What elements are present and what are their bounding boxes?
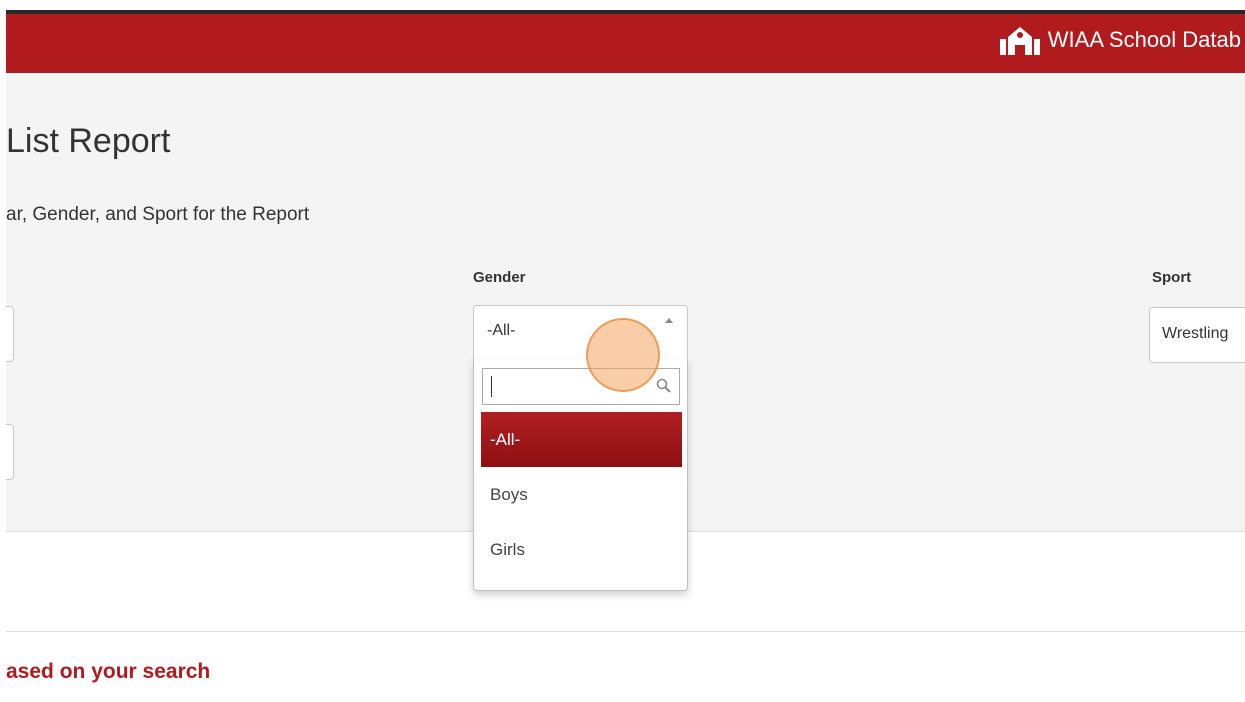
gender-select-value: -All- — [487, 322, 516, 339]
app-viewport: WIAA School Datab List Report ar, Gender… — [6, 10, 1245, 702]
gender-option-boys[interactable]: Boys — [481, 467, 682, 522]
gender-option-all[interactable]: -All- — [481, 412, 682, 467]
gender-label: Gender — [473, 269, 526, 286]
results-heading: ased on your search — [6, 660, 211, 683]
search-icon — [656, 378, 671, 393]
gender-option-girls[interactable]: Girls — [481, 522, 682, 577]
page-title: List Report — [6, 122, 171, 160]
brand-title: WIAA School Datab — [1047, 27, 1241, 52]
top-header-bar: WIAA School Datab — [6, 10, 1245, 73]
click-indicator — [586, 318, 660, 392]
secondary-select[interactable] — [6, 424, 14, 480]
chevron-up-icon — [665, 318, 673, 323]
gender-dropdown: -All- Boys Girls — [473, 359, 688, 591]
section-divider — [6, 631, 1245, 632]
sport-select-value: Wrestling — [1162, 325, 1229, 342]
brand[interactable]: WIAA School Datab — [998, 25, 1241, 55]
year-select[interactable] — [6, 306, 14, 362]
school-building-icon — [999, 27, 1040, 55]
sport-label: Sport — [1152, 269, 1192, 286]
text-cursor — [491, 376, 492, 397]
sport-select[interactable]: Wrestling — [1149, 307, 1245, 363]
page-subtitle: ar, Gender, and Sport for the Report — [6, 204, 310, 225]
